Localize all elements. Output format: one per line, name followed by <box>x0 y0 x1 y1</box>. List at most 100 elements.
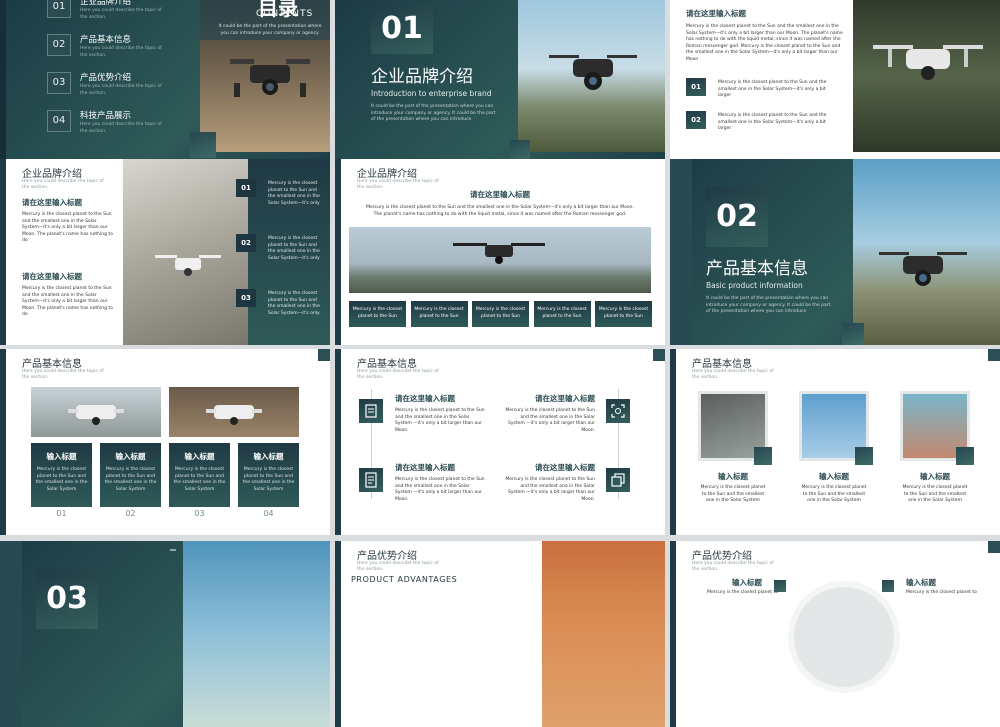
slide-header: 产品基本信息 <box>22 359 82 370</box>
deco-square <box>510 140 530 160</box>
document-icon <box>359 399 383 423</box>
deco-square <box>855 447 873 465</box>
left-title: 输入标题 <box>732 578 762 587</box>
slide-brand-list[interactable]: 企业品牌介绍 Here you could describe the topic… <box>0 159 330 345</box>
slide-advantages-2[interactable]: 产品优势介绍 Here you could describe the topic… <box>670 541 1000 727</box>
slide-subheader: Here you could describe the topic of the… <box>22 179 104 190</box>
slide-subheader: Here you could describe the topic of the… <box>22 369 104 380</box>
slide-header: 产品优势介绍 <box>357 551 417 562</box>
slide-title: 请在这里输入标题 <box>470 190 530 199</box>
block-title: 请在这里输入标题 <box>22 198 82 207</box>
deco-square <box>190 132 216 158</box>
slide-subheader: Here you could describe the topic of the… <box>357 561 439 572</box>
card-number: 02 <box>125 509 136 518</box>
section-number: 01 <box>371 4 433 54</box>
section-desc: It could be the part of the presentation… <box>706 296 831 314</box>
info-card: Mercury is the closest planet to the Sun <box>533 301 591 327</box>
gallery-text: Mercury is the closest planet to the Sun… <box>700 485 766 503</box>
note-icon <box>359 468 383 492</box>
city-photo <box>349 227 651 293</box>
info-card: Mercury is the closest planet to the Sun <box>595 301 652 327</box>
toc-item[interactable]: 02 产品基本信息 Here you could describe the topi… <box>0 28 190 62</box>
slide-header: 产品基本信息 <box>692 359 752 370</box>
left-bar <box>0 159 6 345</box>
slide-advantages[interactable]: 产品优势介绍 Here you could describe the topic… <box>335 541 665 727</box>
card-number: 03 <box>194 509 205 518</box>
section-photo <box>853 159 1000 345</box>
toc-item-label: 产品优势介绍 <box>80 73 132 83</box>
slide-brand-cards[interactable]: 企业品牌介绍 Here you could describe the topic… <box>335 159 665 345</box>
product-photo-2 <box>169 387 299 437</box>
gallery-text: Mercury is the closest planet to the Sun… <box>801 485 867 503</box>
left-bar <box>0 349 6 535</box>
left-text: Mercury is the closest planet to <box>707 590 778 595</box>
drone-photo <box>853 0 1000 152</box>
toc-item-sub: Here you could describe the topic of the… <box>80 84 162 96</box>
drone-icon <box>873 45 983 80</box>
item-number: 01 <box>686 78 706 96</box>
card-number: 01 <box>56 509 67 518</box>
slide-heading: 请在这里输入标题 <box>686 9 746 18</box>
card-title: 输入标题 <box>46 452 77 461</box>
feature-title: 请在这里输入标题 <box>395 463 455 472</box>
corner-square <box>988 541 1000 553</box>
deco-square <box>754 447 772 465</box>
slide-product-features[interactable]: 产品基本信息 Here you could describe the topic… <box>335 349 665 535</box>
right-title: 输入标题 <box>906 578 936 587</box>
slide-body: Mercury is the closest planet to the Sun… <box>366 205 634 217</box>
corner-square <box>653 349 665 361</box>
toc-item-label: 产品基本信息 <box>80 35 132 45</box>
item-text: Mercury is the closest planet to the Sun… <box>718 113 827 131</box>
slide-subheader: Here you could describe the topic of the… <box>692 369 774 380</box>
side-strip <box>0 541 22 727</box>
block-title: 请在这里输入标题 <box>22 272 82 281</box>
deco-square <box>842 323 864 345</box>
left-bar <box>335 159 341 345</box>
feature-text: Mercury is the closest planet to the Sun… <box>505 477 595 502</box>
toc-item[interactable]: 04 科技产品展示 Here you could describe the topi… <box>0 104 190 138</box>
slide-header: 企业品牌介绍 <box>22 169 82 180</box>
product-photo-1 <box>31 387 161 437</box>
info-card: Mercury is the closest planet to the Sun <box>349 301 406 327</box>
sunset-photo <box>542 541 665 727</box>
section-desc: It could be the part of the presentation… <box>371 104 496 122</box>
slide-body: Mercury is the closest planet to the Sun… <box>686 24 843 62</box>
slide-subheader: Here you could describe the topic of the… <box>692 561 774 572</box>
slide-header: 企业品牌介绍 <box>357 169 417 180</box>
feature-title: 请在这里输入标题 <box>535 394 595 403</box>
card-text: Mercury is the closest planet to the Sun… <box>242 467 295 492</box>
corner-square <box>988 349 1000 361</box>
info-card: Mercury is the closest planet to the Sun <box>410 301 468 327</box>
slide-section-03[interactable]: 03 <box>0 541 330 727</box>
product-card: 输入标题 Mercury is the closest planet to the… <box>100 443 161 507</box>
toc-item-sub: Here you could describe the topic of the… <box>80 8 162 20</box>
item-text: Mercury is the closest planet to the Sun… <box>268 236 320 261</box>
item-text: Mercury is the closest planet to the Sun… <box>268 181 320 206</box>
feature-text: Mercury is the closest planet to the Sun… <box>505 408 595 433</box>
deco-square <box>882 580 894 592</box>
center-circle <box>788 581 900 693</box>
slide-product-cards[interactable]: 产品基本信息 Here you could describe the topic… <box>0 349 330 535</box>
card-text: Mercury is the closest planet to the Sun… <box>173 467 226 492</box>
section-number: 02 <box>706 187 768 247</box>
toc-item-number: 02 <box>47 34 71 56</box>
slide-subheader: Here you could describe the topic of the… <box>357 369 439 380</box>
feature-text: Mercury is the closest planet to the Sun… <box>395 408 485 433</box>
item-number: 02 <box>686 111 706 129</box>
item-text: Mercury is the closest planet to the Sun… <box>718 80 827 98</box>
section-title: 企业品牌介绍 <box>371 67 473 87</box>
toc-item-sub: Here you could describe the topic of the… <box>80 122 162 134</box>
slide-section-02[interactable]: 02 产品基本信息 Basic product information It c… <box>670 159 1000 345</box>
right-text: Mercury is the closest planet to <box>906 590 977 595</box>
person-photo <box>123 159 248 345</box>
toc-item[interactable]: 01 企业品牌介绍 Here you could describe the topi… <box>0 0 190 24</box>
toc-item[interactable]: 03 产品优势介绍 Here you could describe the topi… <box>0 66 190 100</box>
item-text: Mercury is the closest planet to the Sun… <box>268 291 320 316</box>
slide-product-gallery[interactable]: 产品基本信息 Here you could describe the topic… <box>670 349 1000 535</box>
drone-icon <box>453 243 545 264</box>
section-number: 03 <box>36 569 98 629</box>
drone-icon <box>206 405 262 425</box>
section-title: 产品基本信息 <box>706 259 808 279</box>
gallery-title: 输入标题 <box>920 472 950 481</box>
info-card: Mercury is the closest planet to the Sun <box>472 301 529 327</box>
